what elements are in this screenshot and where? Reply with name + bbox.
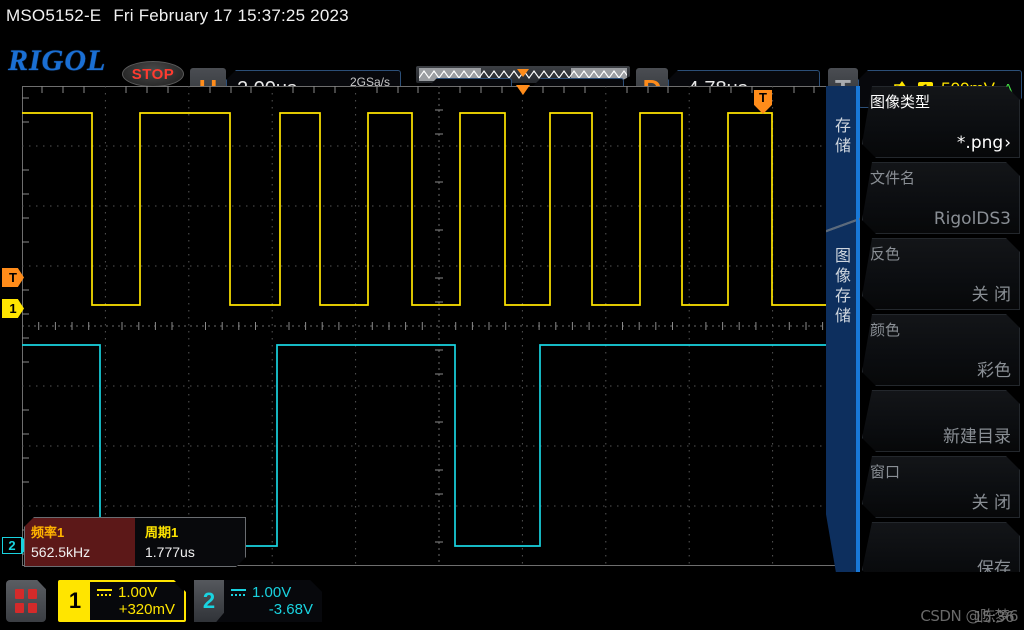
chevron-right-icon: › [1004,133,1011,153]
menu-rail-accent-border [856,86,859,584]
menu-item-label: 图像类型 [870,93,931,111]
channel-scale-row: 1.00V [97,584,175,601]
menu-item-color[interactable]: 颜色 彩色 [862,314,1020,386]
menu-rail-image-storage[interactable]: 图像 存储 [826,246,860,326]
menu-item-label: 颜色 [870,321,901,339]
menu-item-value: 关 闭 [971,493,1011,513]
channel-number: 2 [194,580,224,622]
ch2-ground-handle[interactable]: 2 [2,537,22,554]
channel-badge-1[interactable]: 1 1.00V +320mV [58,580,186,622]
system-datetime: Fri February 17 15:37:25 2023 [113,6,349,25]
measurement-name: 频率1 [31,525,65,540]
menu-item-value-text: *.png [956,133,1004,153]
overview-trigger-marker [517,69,529,77]
trigger-level-handle[interactable]: T [2,268,24,287]
ch2-waveform [22,344,856,547]
menu-item-label: 反色 [870,245,901,263]
toolbar: RIGOL STOP H 2.00us 2GSa/s 100kpts Measu… [0,32,1024,110]
menu-item-invert[interactable]: 反色 关 闭 [862,238,1020,310]
menu-item-new-folder[interactable]: 新建目录 [862,390,1020,452]
menu-rail-divider [826,214,860,236]
menu-item-image-type[interactable]: 图像类型 *.png› [862,86,1020,158]
menu-item-value: 关 闭 [971,285,1011,305]
app-grid-cell [28,603,37,613]
menu-item-value: *.png› [957,133,1011,153]
channel-scale: 1.00V [252,584,292,601]
menu-item-value: 新建目录 [943,427,1011,447]
dc-coupling-icon [97,588,112,597]
menu-panel: 图像类型 *.png› 文件名 RigolDS3 反色 关 闭 颜色 彩色 新建… [862,86,1024,586]
channel-info: 1.00V -3.68V [224,580,322,622]
app-grid-cell [15,603,24,613]
status-bar: 1 1.00V +320mV 2 1.00V -3.68V L [0,572,1024,630]
watermark: CSDN @陈梦6 15:36 [920,605,1018,626]
menu-item-label: 文件名 [870,169,916,187]
measurement-value: 562.5kHz [31,544,91,560]
app-grid-cell [28,589,37,599]
channel-offset: -3.68V [268,601,313,618]
menu-item-value: RigolDS3 [933,209,1011,229]
channel-offset: +320mV [118,601,175,618]
measurement-item-period[interactable]: 周期1 1.777us [135,518,195,566]
trigger-position-marker[interactable] [516,85,530,95]
channel-badge-2[interactable]: 2 1.00V -3.68V [194,580,322,622]
channel-info: 1.00V +320mV [90,582,184,620]
channel-number: 1 [60,582,90,620]
measurement-name: 周期1 [145,525,179,540]
oscilloscope-screen: MSO5152-E Fri February 17 15:37:25 2023 … [0,0,1024,630]
rigol-logo: RIGOL [8,44,107,77]
channel-scale-row: 1.00V [231,584,313,601]
menu-rail: 存储 图像 存储 [826,86,860,584]
dc-coupling-icon [231,588,246,597]
channel-scale: 1.00V [118,584,158,601]
menu-item-window[interactable]: 窗口 关 闭 [862,456,1020,518]
title-bar: MSO5152-E Fri February 17 15:37:25 2023 [0,0,1024,32]
watermark-time: 15:36 [973,608,1014,626]
measurement-value: 1.777us [145,544,195,560]
measurement-item-frequency[interactable]: 频率1 562.5kHz [25,518,135,566]
app-grid-icon[interactable] [6,580,46,622]
menu-item-value: 彩色 [977,361,1011,381]
menu-rail-storage[interactable]: 存储 [826,116,860,156]
device-model: MSO5152-E [6,6,102,25]
run-state-indicator[interactable]: STOP [122,61,184,87]
ch1-ground-handle[interactable]: 1 [2,299,24,318]
app-grid-cell [15,589,24,599]
menu-item-filename[interactable]: 文件名 RigolDS3 [862,162,1020,234]
menu-item-label: 窗口 [870,463,901,481]
waveform-grid[interactable] [22,86,856,566]
measurement-box[interactable]: 频率1 562.5kHz 周期1 1.777us [24,517,246,567]
